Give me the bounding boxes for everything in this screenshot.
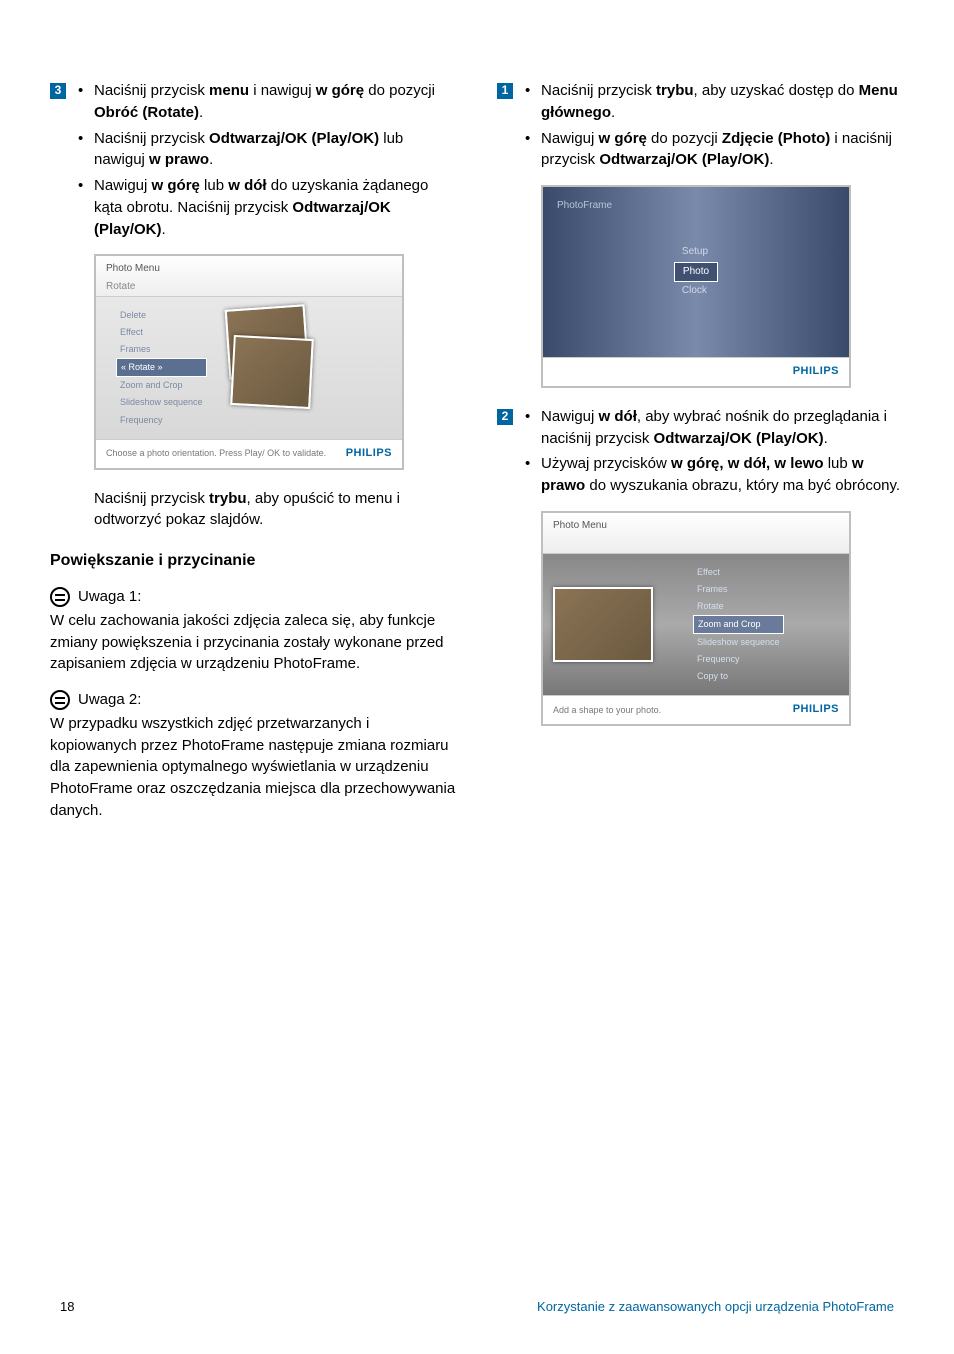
instruction-item: Naciśnij przycisk Odtwarzaj/OK (Play/OK)… xyxy=(78,128,457,172)
mock-menu-item: Rotate xyxy=(693,598,784,615)
instruction-item: Używaj przycisków w górę, w dół, w lewo … xyxy=(525,453,904,497)
mock-hint: Choose a photo orientation. Press Play/ … xyxy=(106,447,326,460)
page-footer: 18 Korzystanie z zaawansowanych opcji ur… xyxy=(0,1299,954,1314)
post-mock-instruction: Naciśnij przycisk trybu, aby opuścić to … xyxy=(50,488,457,532)
mock-menu-item: Frequency xyxy=(116,412,207,429)
mock-menu-item: Slideshow sequence xyxy=(693,634,784,651)
screenshot-photo-menu-zoom: Photo Menu Effect Frames Rotate Zoom and… xyxy=(541,511,851,726)
instruction-item: Nawiguj w górę lub w dół do uzyskania żą… xyxy=(78,175,457,240)
mock-menu-item: Clock xyxy=(674,282,718,301)
instruction-item: Nawiguj w dół, aby wybrać nośnik do prze… xyxy=(525,406,904,450)
mock-menu-item-selected: Photo xyxy=(674,262,718,283)
section-heading-zoom-crop: Powiększanie i przycinanie xyxy=(50,549,457,572)
mock-menu-item: Delete xyxy=(116,307,207,324)
mock-main-menu-list: Setup Photo Clock xyxy=(674,243,718,301)
mock-menu-item: Copy to xyxy=(693,668,784,685)
mock-title: Photo Menu xyxy=(553,519,839,534)
instruction-item: Naciśnij przycisk menu i nawiguj w górę … xyxy=(78,80,457,124)
right-column: 1 Naciśnij przycisk trybu, aby uzyskać d… xyxy=(497,80,904,836)
mock-menu-item-selected: « Rotate » xyxy=(116,358,207,377)
photo-thumbnail-stack xyxy=(227,307,317,407)
instruction-item: Naciśnij przycisk trybu, aby uzyskać dos… xyxy=(525,80,904,124)
mock-menu-item: Effect xyxy=(693,564,784,581)
screenshot-photo-menu-rotate: Photo Menu Rotate Delete Effect Frames «… xyxy=(94,254,404,469)
note-2-body: W przypadku wszystkich zdjęć przetwarzan… xyxy=(50,713,457,822)
mock-hint: Add a shape to your photo. xyxy=(553,704,661,717)
mock-menu-item: Effect xyxy=(116,324,207,341)
step-2: 2 Nawiguj w dół, aby wybrać nośnik do pr… xyxy=(497,406,904,501)
mock-menu-item: Frames xyxy=(693,581,784,598)
note-label: Uwaga 2: xyxy=(78,689,141,711)
mock-menu-item: Zoom and Crop xyxy=(116,377,207,394)
mock-menu-list: Delete Effect Frames « Rotate » Zoom and… xyxy=(106,307,207,428)
note-1-body: W celu zachowania jakości zdjęcia zaleca… xyxy=(50,610,457,675)
mock-menu-item: Slideshow sequence xyxy=(116,394,207,411)
screenshot-main-menu: PhotoFrame Setup Photo Clock PHILIPS xyxy=(541,185,851,388)
step-badge-2: 2 xyxy=(497,409,513,425)
step-1: 1 Naciśnij przycisk trybu, aby uzyskać d… xyxy=(497,80,904,175)
step-badge-1: 1 xyxy=(497,83,513,99)
step-badge-3: 3 xyxy=(50,83,66,99)
note-icon xyxy=(50,690,70,710)
mock-title: Photo Menu xyxy=(106,262,392,277)
philips-logo: PHILIPS xyxy=(793,702,839,718)
mock-corner-label: PhotoFrame xyxy=(557,199,612,214)
philips-logo: PHILIPS xyxy=(346,446,392,462)
step-3: 3 Naciśnij przycisk menu i nawiguj w gór… xyxy=(50,80,457,244)
mock-menu-item: Frames xyxy=(116,341,207,358)
mock-menu-item-selected: Zoom and Crop xyxy=(693,615,784,634)
page-number: 18 xyxy=(60,1299,74,1314)
left-column: 3 Naciśnij przycisk menu i nawiguj w gór… xyxy=(50,80,457,836)
note-label: Uwaga 1: xyxy=(78,586,141,608)
note-2-header: Uwaga 2: xyxy=(50,689,457,711)
mock-menu-item: Frequency xyxy=(693,651,784,668)
note-1-header: Uwaga 1: xyxy=(50,586,457,608)
footer-title: Korzystanie z zaawansowanych opcji urząd… xyxy=(537,1299,894,1314)
note-icon xyxy=(50,587,70,607)
mock-menu-item: Setup xyxy=(674,243,718,262)
mock-menu-list: Effect Frames Rotate Zoom and Crop Slide… xyxy=(683,564,784,685)
instruction-item: Nawiguj w górę do pozycji Zdjęcie (Photo… xyxy=(525,128,904,172)
photo-thumbnail xyxy=(553,587,653,662)
philips-logo: PHILIPS xyxy=(793,364,839,380)
mock-subtitle: Rotate xyxy=(106,280,392,295)
